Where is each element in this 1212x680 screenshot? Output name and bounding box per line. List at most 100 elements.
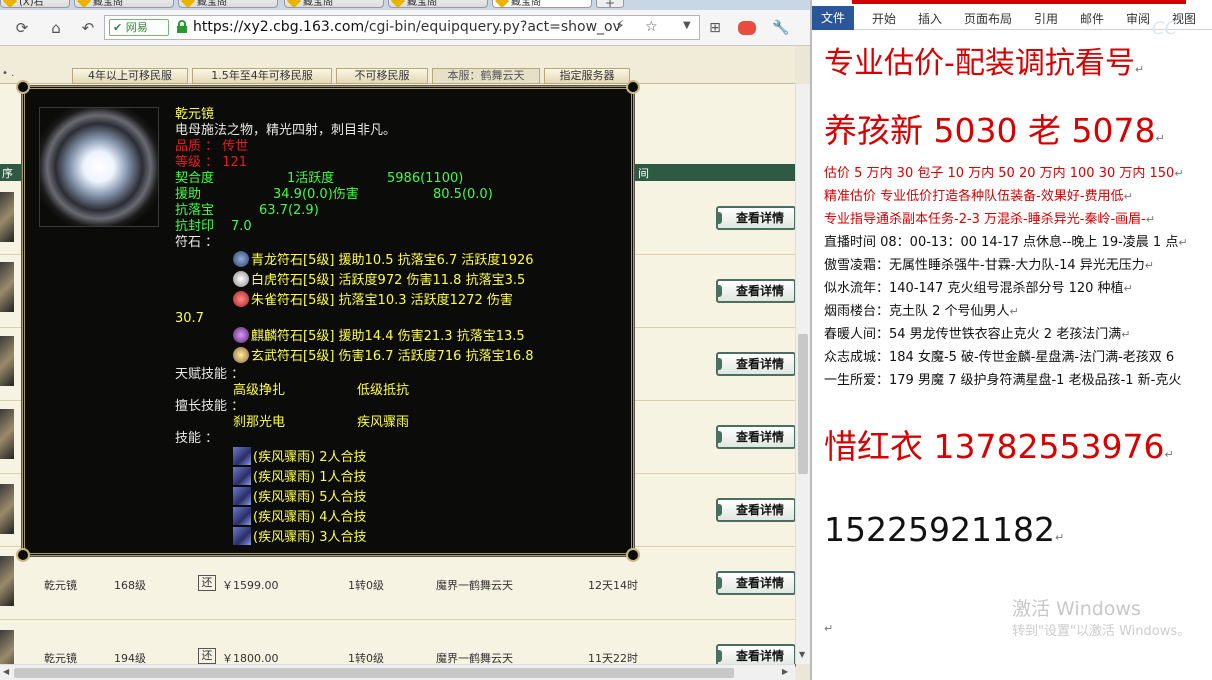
bargain-badge[interactable]: 还 [198,648,216,664]
view-detail-button[interactable]: 查看详情 [716,425,796,449]
browser-tab[interactable]: 藏宝阁 [74,0,174,8]
view-detail-button[interactable]: 查看详情 [716,571,796,595]
tab-favicon-icon [180,0,196,7]
tab-favicon-icon [2,0,18,7]
bargain-badge[interactable]: 还 [198,575,216,591]
filter-tab-active[interactable]: 本服：鹤舞云天 [432,68,540,84]
doc-text: 春暖人间：54 男龙传世铁衣容止克火 2 老孩法门满 [824,327,1122,342]
button-label: 查看详情 [736,649,785,663]
gale-skill-icon [233,467,251,485]
filter-tab[interactable]: 4年以上可移民服 [72,68,188,84]
item-thumbnail[interactable] [0,409,14,459]
row-level: 168级 [114,579,146,592]
undo-icon[interactable]: ↶ [78,18,98,38]
ribbon-tab-review[interactable]: 审阅 [1126,10,1150,27]
paragraph-mark: ↵ [1178,236,1188,249]
browser-tab[interactable]: 藏宝阁 [388,0,488,8]
address-bar[interactable]: ✔ 网易 https://xy2.cbg.163.com/cgi-bin/equ… [104,15,700,40]
rune-line: 青龙符石[5级] 援助10.5 抗落宝6.7 活跃度1926 [233,251,534,269]
tab-favicon-icon [494,0,510,7]
browser-tab[interactable]: (X)右 [0,0,70,8]
combo-skill-line: (疾风骤雨) 3人合技 [233,527,367,546]
doc-text: 一生所爱：179 男魔 7 级护身符满星盘-1 老极品孩-1 新-克火 [824,373,1182,388]
paragraph-mark: ↵ [1144,259,1154,272]
paragraph-mark: ↵ [1121,328,1131,341]
home-icon[interactable]: ⌂ [46,18,66,38]
header-seq: 序 [2,167,13,180]
item-quality: 品质 ： 传世 [175,139,249,154]
rune-wrap-text: 30.7 [175,311,204,326]
button-label: 查看详情 [736,503,785,517]
scroll-left-arrow[interactable]: ◀ [3,667,9,676]
url-text[interactable]: https://xy2.cbg.163.com/cgi-bin/equipque… [193,19,621,35]
button-label: 查看详情 [736,430,785,444]
item-thumbnail[interactable] [0,556,14,606]
view-detail-button[interactable]: 查看详情 [716,498,796,522]
star-icon[interactable]: ☆ [645,19,658,35]
skill-text: (疾风骤雨) 4人合技 [253,510,367,525]
cert-badge[interactable]: ✔ 网易 [109,19,169,36]
item-thumbnail[interactable] [0,484,14,534]
url-dropdown-icon[interactable]: ▼ [683,20,691,31]
ribbon-tab-references[interactable]: 引用 [1034,10,1058,27]
rune-line: 白虎符石[5级] 活跃度972 伤害11.8 抗落宝3.5 [233,271,525,289]
horizontal-scrollbar[interactable]: ◀ ▶ [0,664,795,680]
doc-line: 众志成城：184 女魔-5 破-传世金麟-星盘满-法门满-老孩双 6 [824,346,1174,365]
paragraph-mark: ↵ [1054,531,1065,544]
row-zhuan: 1转0级 [348,579,384,592]
scroll-down-arrow[interactable]: ▼ [799,650,805,659]
view-detail-button[interactable]: 查看详情 [716,206,796,230]
mirror-item-image [39,107,159,227]
wrench-icon[interactable]: 🔧 [772,19,790,37]
ribbon-tab-mailings[interactable]: 邮件 [1080,10,1104,27]
tab-favicon-icon [76,0,92,7]
browser-tab[interactable]: 藏宝阁 [284,0,384,8]
expert-skill: 疾风骤雨 [357,415,410,430]
stat-assist-value: 34.9(0.0)伤害 [273,187,359,202]
row-time: 12天14时 [588,579,638,592]
filter-tab[interactable]: 1.5年至4年可移民服 [192,68,332,84]
button-label: 查看详情 [736,284,785,298]
ribbon-tab-insert[interactable]: 插入 [918,10,942,27]
vertical-scrollbar[interactable]: ▼ [795,84,810,664]
item-thumbnail[interactable] [0,262,14,312]
gamepad-icon[interactable] [738,21,756,35]
ribbon-tab-file[interactable]: 文件 [812,6,854,30]
rune-text: 青龙符石[5级] 援助10.5 抗落宝6.7 活跃度1926 [251,253,534,268]
scroll-thumb[interactable] [798,334,808,474]
tab-label: 藏宝阁 [511,0,541,8]
stat-fit-value: 5986(1100) [387,171,464,186]
ribbon-tab-home[interactable]: 开始 [872,10,896,27]
header-time: 间 [638,167,649,180]
row-name[interactable]: 乾元镜 [44,577,77,593]
combo-skill-line: (疾风骤雨) 2人合技 [233,447,367,466]
scroll-right-arrow[interactable]: ▶ [782,667,788,676]
button-notch [716,285,722,297]
tab-label: 藏宝阁 [197,0,227,8]
filter-tab[interactable]: 不可移民服 [336,68,428,84]
ribbon-tab-layout[interactable]: 页面布局 [964,10,1012,27]
paragraph-mark: ↵ [1134,63,1145,76]
doc-text: 专业估价-配装调抗看号 [824,46,1135,81]
combo-skill-line: (疾风骤雨) 5人合技 [233,487,367,506]
scroll-thumb[interactable] [14,668,734,678]
grid-icon[interactable]: ⊞ [706,19,724,37]
view-detail-button[interactable]: 查看详情 [716,279,796,303]
refresh-icon[interactable]: ⟳ [12,18,32,38]
item-thumbnail[interactable] [0,336,14,386]
talent-skill: 高级挣扎 [233,383,286,398]
server-filter-tabs: 4年以上可移民服 1.5年至4年可移民服 不可移民服 本服：鹤舞云天 指定服务器… [0,46,795,84]
stat-antiseal-value: 7.0 [231,219,252,234]
button-label: 查看详情 [736,211,785,225]
cert-label: 网易 [125,21,148,34]
new-tab-button[interactable]: + [596,0,624,10]
item-thumbnail[interactable] [0,192,14,242]
browser-tab-active[interactable]: 藏宝阁 [492,0,592,8]
doc-text: 专业指导通杀副本任务-2-3 万混杀-睡杀异光-秦岭-画眉- [824,212,1146,227]
document-body[interactable]: 专业估价-配装调抗看号↵ 养孩新 5030 老 5078↵ 估价 5 万内 30… [812,30,1212,680]
lightning-icon[interactable]: ⚡ [615,18,625,34]
filter-tab[interactable]: 指定服务器 [544,68,630,84]
view-detail-button[interactable]: 查看详情 [716,352,796,376]
browser-tab[interactable]: 藏宝阁 [178,0,278,8]
gale-skill-icon [233,487,251,505]
